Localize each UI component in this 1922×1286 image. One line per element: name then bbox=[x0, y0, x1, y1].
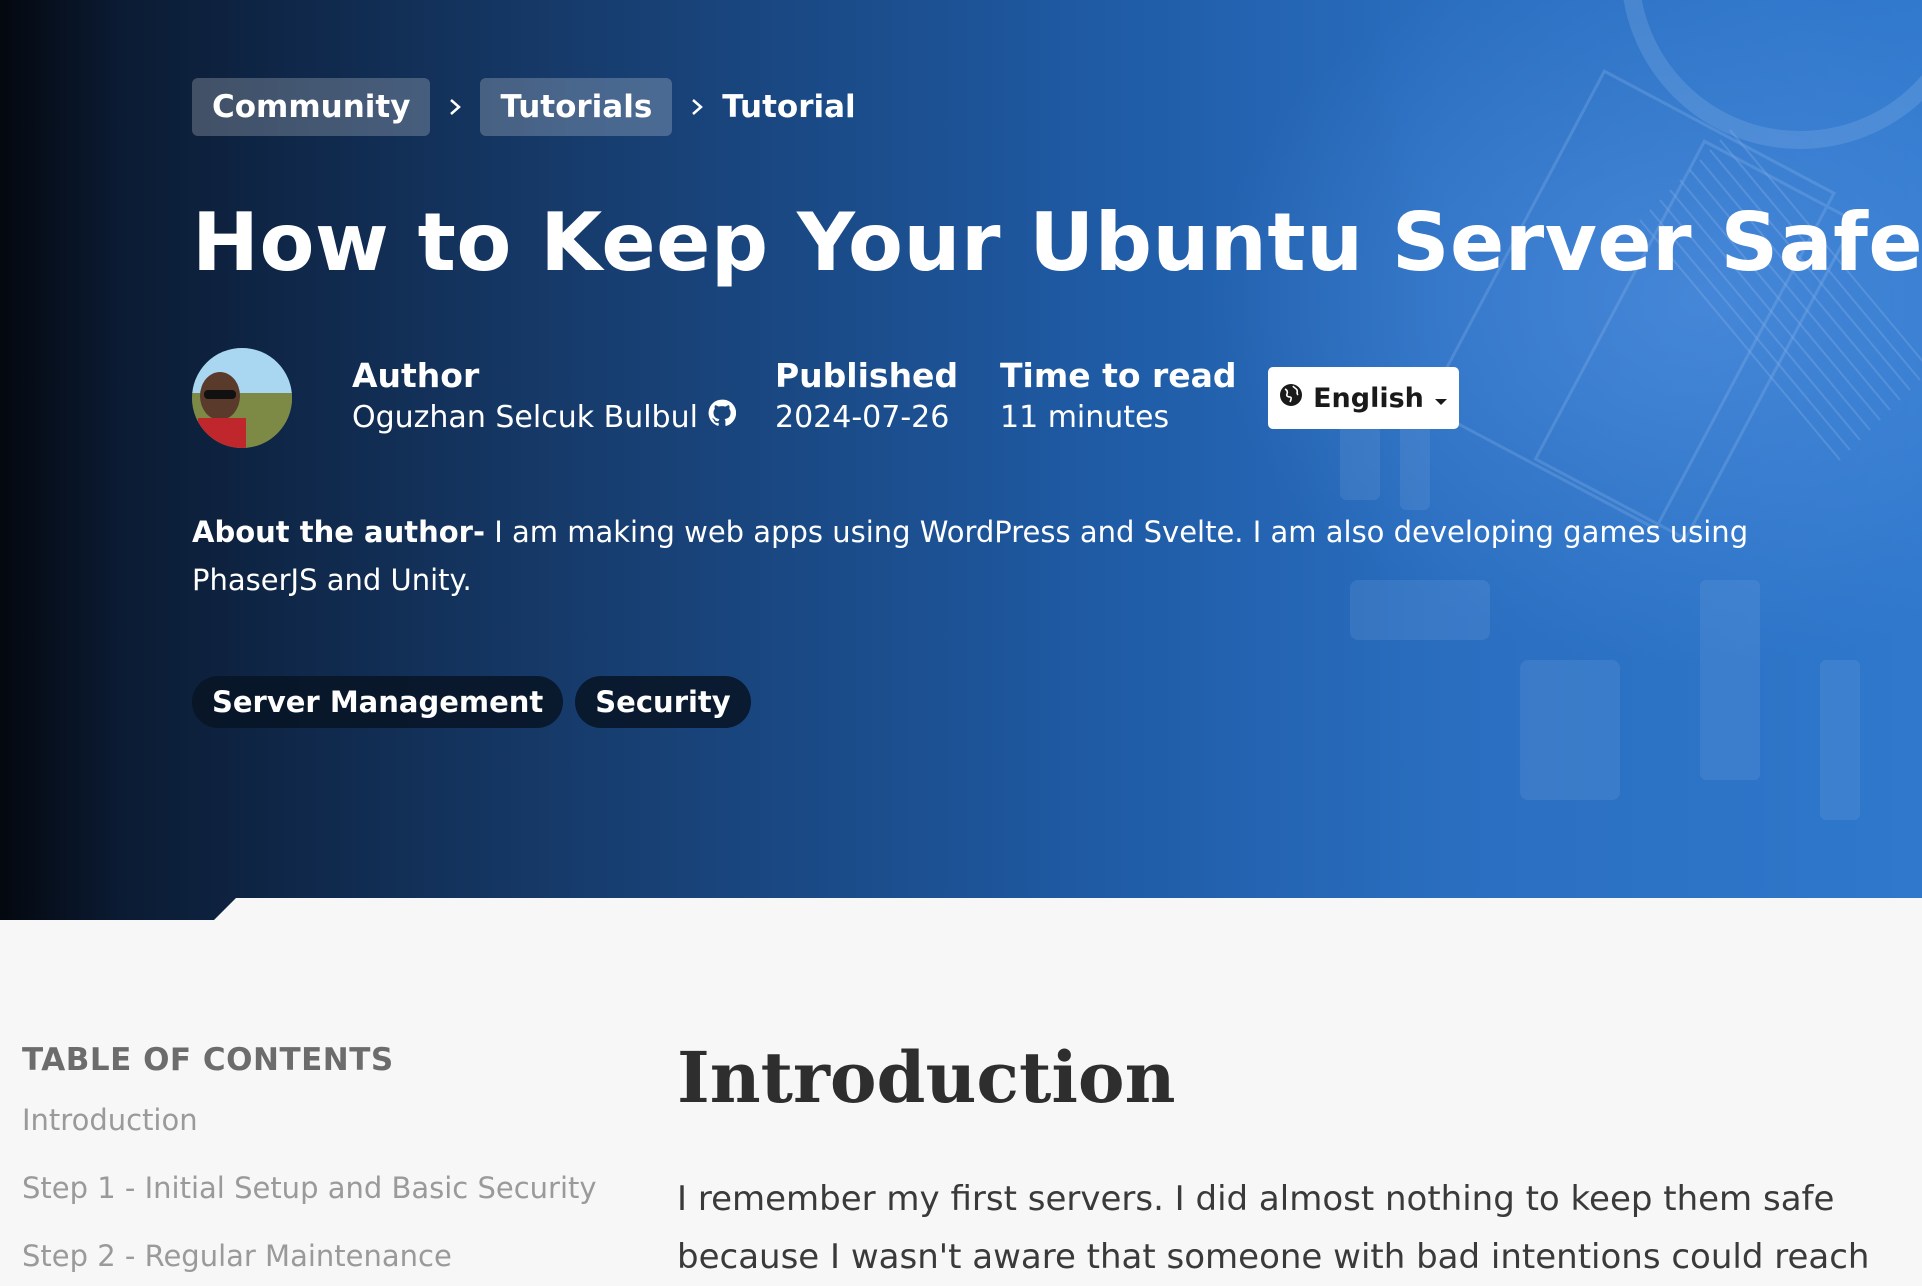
toc-item-introduction[interactable]: Introduction bbox=[22, 1102, 622, 1138]
article-paragraph: I remember my first servers. I did almos… bbox=[677, 1179, 1870, 1277]
page-title: How to Keep Your Ubuntu Server Safe bbox=[192, 196, 1922, 289]
published-block: Published 2024-07-26 bbox=[775, 356, 958, 440]
chevron-right-icon bbox=[686, 97, 708, 117]
author-label: Author bbox=[352, 356, 480, 395]
table-of-contents: TABLE OF CONTENTS Introduction Step 1 - … bbox=[22, 1040, 622, 1286]
caret-down-icon bbox=[1434, 383, 1448, 414]
breadcrumb: Community Tutorials Tutorial bbox=[192, 78, 856, 136]
circuit-board-decoration bbox=[1340, 0, 1922, 820]
breadcrumb-tutorials[interactable]: Tutorials bbox=[480, 78, 673, 136]
language-dropdown[interactable]: English bbox=[1268, 367, 1459, 429]
author-avatar[interactable] bbox=[192, 348, 292, 448]
globe-icon bbox=[1279, 383, 1303, 414]
toc-item-step-1[interactable]: Step 1 - Initial Setup and Basic Securit… bbox=[22, 1170, 622, 1206]
chevron-right-icon bbox=[444, 97, 466, 117]
tag-server-management[interactable]: Server Management bbox=[192, 676, 564, 728]
about-author: About the author- I am making web apps u… bbox=[192, 508, 1832, 604]
about-author-label: About the author- bbox=[192, 515, 485, 549]
author-name-link[interactable]: Oguzhan Selcuk Bulbul bbox=[352, 396, 698, 440]
breadcrumb-current: Tutorial bbox=[722, 89, 856, 125]
tag-security[interactable]: Security bbox=[575, 676, 751, 728]
toc-item-step-2[interactable]: Step 2 - Regular Maintenance bbox=[22, 1238, 622, 1274]
author-block: Author Oguzhan Selcuk Bulbul bbox=[352, 356, 737, 440]
published-date: 2024-07-26 bbox=[775, 400, 950, 435]
article-body: Introduction I remember my first servers… bbox=[677, 1038, 1922, 1286]
hero-banner: Community Tutorials Tutorial How to Keep… bbox=[0, 0, 1922, 920]
github-icon[interactable] bbox=[708, 396, 737, 440]
language-selected: English bbox=[1313, 382, 1424, 414]
tag-list: Server Management Security bbox=[192, 676, 751, 728]
time-to-read-value: 11 minutes bbox=[1000, 400, 1170, 435]
published-label: Published bbox=[775, 356, 959, 395]
time-to-read-label: Time to read bbox=[1000, 356, 1237, 395]
section-heading: Introduction bbox=[677, 1036, 1176, 1119]
article-meta: Author Oguzhan Selcuk Bulbul Published 2… bbox=[192, 348, 1492, 448]
time-to-read-block: Time to read 11 minutes bbox=[1000, 356, 1237, 440]
breadcrumb-community[interactable]: Community bbox=[192, 78, 431, 136]
toc-title: TABLE OF CONTENTS bbox=[22, 1042, 394, 1078]
